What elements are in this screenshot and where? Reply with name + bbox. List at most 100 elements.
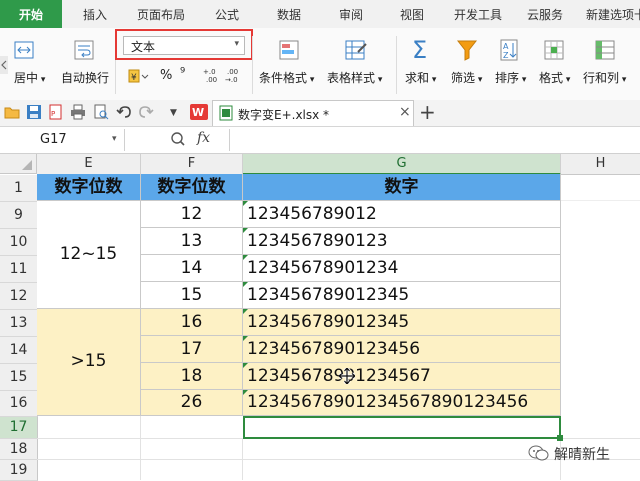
filter-icon[interactable] [456,38,478,65]
document-tab-title: 数字变E+.xlsx * [238,108,330,122]
wrap-text-button[interactable]: 自动换行 [61,69,109,86]
merge-center-label[interactable]: 居中 ▾ [14,69,45,86]
row-header-12[interactable]: 12 [0,283,38,310]
column-header-e[interactable]: E [37,154,141,175]
row-header-15[interactable]: 15 [0,364,38,391]
number-text-cell[interactable]: 123456789012345 [243,309,561,336]
rows-columns-icon[interactable] [594,38,618,65]
tab-page-layout[interactable]: 页面布局 [137,0,185,28]
svg-text:.00: .00 [206,76,217,84]
row-header-10[interactable]: 10 [0,229,38,256]
qat-dropdown-icon[interactable]: ▼ [170,108,177,118]
xlsx-file-icon [219,105,233,124]
number-text-cell[interactable]: 123456789012 [243,201,561,228]
header-cell-f1[interactable]: 数字位数 [141,174,243,201]
rows-columns-button[interactable]: 行和列 ▾ [583,69,626,86]
undo-icon[interactable] [116,104,132,123]
column-header-h[interactable]: H [561,154,640,175]
ribbon: 居中 ▾ 自动换行 文本 ▾ ¥ % ⁹ +.0.00 .00 →.0 条件格式 … [0,28,640,101]
name-box[interactable]: G17 ▾ [0,129,125,151]
percent-button[interactable]: % [160,68,172,83]
table-style-icon[interactable] [344,38,368,65]
digit-cell[interactable]: 12 [141,201,243,228]
formula-input[interactable] [229,129,640,151]
digit-cell[interactable]: 17 [141,336,243,363]
tab-cloud[interactable]: 云服务 [527,0,563,28]
table-style-button[interactable]: 表格样式 ▾ [327,69,382,86]
format-icon[interactable] [543,38,565,65]
ribbon-tab-bar: 开始 插入 页面布局 公式 数据 审阅 视图 开发工具 云服务 新建选项卡 [0,0,640,29]
header-cell-g1[interactable]: 数字 [243,174,561,201]
row-header-18[interactable]: 18 [0,439,38,460]
currency-icon[interactable]: ¥ [127,68,149,87]
redo-icon[interactable] [138,104,154,123]
save-icon[interactable] [26,104,42,123]
number-text-cell[interactable]: 12345678901234567890123456 [243,390,561,416]
sum-icon[interactable]: Σ [412,36,427,64]
close-tab-icon[interactable]: × [399,104,411,120]
row-header-17[interactable]: 17 [0,417,38,439]
document-tab[interactable]: 数字变E+.xlsx * × [212,100,414,126]
merged-cell-group-over-15[interactable]: >15 [37,309,141,416]
row-header-16[interactable]: 16 [0,391,38,417]
number-text-cell[interactable]: 123456789012345 [243,282,561,309]
row-header-11[interactable]: 11 [0,256,38,283]
sort-button[interactable]: 排序 ▾ [495,69,526,86]
column-header-g[interactable]: G [243,154,561,175]
digit-cell[interactable]: 16 [141,309,243,336]
tab-review[interactable]: 审阅 [339,0,363,28]
sum-button[interactable]: 求和 ▾ [405,69,436,86]
digit-cell[interactable]: 14 [141,255,243,282]
number-format-select[interactable]: 文本 ▾ [123,36,245,55]
tab-developer[interactable]: 开发工具 [454,0,502,28]
wps-logo-icon[interactable]: W [190,104,208,123]
tab-home[interactable]: 开始 [0,0,62,28]
tab-new[interactable]: 新建选项卡 [586,0,640,28]
print-icon[interactable] [70,104,86,123]
number-text-cell[interactable]: 1234567890123 [243,228,561,255]
active-cell-g17[interactable] [243,416,561,439]
quick-access-toolbar: P ▼ W 数字变E+.xlsx * × + [0,100,640,127]
wrap-text-icon[interactable] [72,38,96,65]
tab-formulas[interactable]: 公式 [215,0,239,28]
increase-decimal-icon[interactable]: +.0.00 [203,66,223,87]
open-folder-icon[interactable] [4,105,20,122]
conditional-format-icon[interactable] [278,38,302,65]
digit-cell[interactable]: 26 [141,390,243,416]
comma-button[interactable]: ⁹ [180,66,185,81]
select-all-corner[interactable] [0,154,37,174]
row-header-13[interactable]: 13 [0,310,38,337]
digit-cell[interactable]: 13 [141,228,243,255]
row-header-19[interactable]: 19 [0,460,38,481]
merged-cell-group-12-15[interactable]: 12~15 [37,201,141,309]
print-preview-icon[interactable] [93,104,109,123]
row-header-9[interactable]: 9 [0,202,38,229]
number-text-cell[interactable]: 1234567890123456 [243,336,561,363]
tab-data[interactable]: 数据 [277,0,301,28]
name-box-value: G17 [40,132,67,147]
format-button[interactable]: 格式 ▾ [539,69,570,86]
header-cell-e1[interactable]: 数字位数 [37,174,141,201]
filter-button[interactable]: 筛选 ▾ [451,69,482,86]
function-fx-icon[interactable]: fx [197,130,210,146]
zoom-formula-icon[interactable] [170,131,186,150]
tab-view[interactable]: 视图 [400,0,424,28]
row-header-1[interactable]: 1 [0,175,38,202]
digit-cell[interactable]: 15 [141,282,243,309]
svg-text:W: W [192,106,204,119]
ribbon-scroll-left[interactable] [0,56,8,74]
conditional-format-button[interactable]: 条件格式 ▾ [259,69,314,86]
number-text-cell[interactable]: 12345678901234567 [243,363,561,390]
svg-text:¥: ¥ [131,73,137,83]
fill-handle[interactable] [557,435,563,441]
export-pdf-icon[interactable]: P [48,104,64,123]
new-tab-icon[interactable]: + [419,101,436,123]
merge-center-icon[interactable] [12,38,36,65]
digit-cell[interactable]: 18 [141,363,243,390]
sort-icon[interactable]: AZ [499,38,521,65]
number-text-cell[interactable]: 12345678901234 [243,255,561,282]
decrease-decimal-icon[interactable]: .00 →.0 [225,66,245,87]
row-header-14[interactable]: 14 [0,337,38,364]
column-header-f[interactable]: F [141,154,243,175]
tab-insert[interactable]: 插入 [83,0,107,28]
